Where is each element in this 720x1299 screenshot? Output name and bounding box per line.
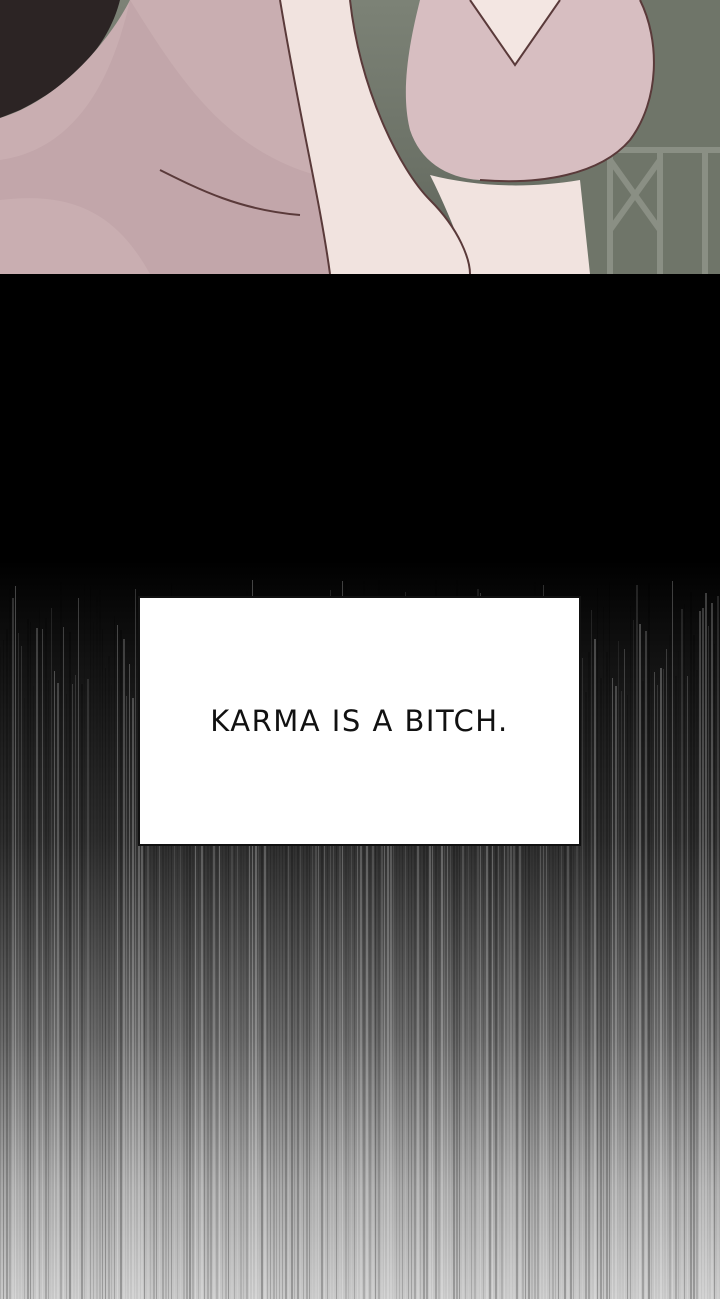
black-gutter	[0, 274, 720, 580]
streak-line	[714, 644, 715, 1299]
streak-line	[609, 582, 610, 1299]
caption-text: KARMA IS A BITCH.	[210, 704, 509, 738]
streak-line	[6, 629, 8, 1299]
streak-line	[90, 586, 91, 1299]
streak-line	[87, 679, 89, 1299]
streak-line	[660, 668, 662, 1299]
streak-line	[672, 581, 673, 1299]
streak-line	[708, 626, 709, 1299]
streak-line	[15, 586, 16, 1299]
streak-line	[0, 647, 1, 1299]
streak-line	[633, 620, 634, 1299]
streak-line	[123, 639, 125, 1299]
streak-line	[27, 619, 29, 1299]
streak-line	[648, 583, 650, 1299]
streak-line	[618, 641, 619, 1299]
streak-line	[30, 622, 31, 1299]
streak-line	[105, 668, 106, 1299]
streak-line	[639, 624, 641, 1299]
streak-line	[24, 698, 25, 1299]
streak-line	[690, 592, 692, 1299]
streak-line	[681, 609, 683, 1299]
streak-line	[654, 672, 655, 1299]
streak-line	[600, 678, 602, 1299]
streak-line	[636, 585, 638, 1299]
streak-line	[51, 608, 52, 1299]
streak-line	[699, 611, 701, 1299]
streak-line	[702, 608, 704, 1299]
streak-line	[687, 676, 688, 1299]
streak-line	[591, 610, 592, 1299]
streak-line	[42, 629, 43, 1299]
streak-line	[111, 685, 112, 1299]
streak-line	[12, 598, 14, 1299]
streak-line	[132, 698, 134, 1299]
streak-line	[624, 649, 625, 1299]
streak-line	[78, 598, 79, 1299]
streak-line	[75, 675, 76, 1299]
streak-line	[717, 596, 719, 1299]
streak-line	[81, 684, 83, 1299]
streak-line	[645, 631, 647, 1299]
streak-line	[96, 596, 98, 1299]
streak-line	[99, 590, 101, 1299]
streak-line	[696, 670, 698, 1299]
streak-line	[621, 691, 622, 1299]
streak-line	[663, 669, 664, 1299]
streak-line	[615, 686, 617, 1299]
streak-line	[114, 616, 115, 1299]
streak-line	[588, 652, 590, 1299]
streak-line	[657, 685, 658, 1299]
streak-line	[669, 635, 671, 1299]
top-illustration-panel	[0, 0, 720, 274]
comic-page: KARMA IS A BITCH.	[0, 0, 720, 1299]
streak-line	[126, 696, 127, 1299]
streak-line	[120, 630, 122, 1299]
streak-line	[45, 618, 47, 1299]
streak-line	[33, 686, 34, 1299]
caption-box: KARMA IS A BITCH.	[138, 596, 581, 846]
character-artwork	[0, 0, 720, 274]
streak-line	[48, 680, 49, 1299]
streak-line	[93, 622, 94, 1299]
streak-line	[60, 582, 62, 1299]
streak-line	[54, 671, 55, 1299]
streak-line	[36, 628, 38, 1299]
streak-line	[63, 627, 64, 1299]
streak-line	[102, 629, 103, 1299]
streak-line	[66, 694, 67, 1299]
streak-line	[594, 639, 596, 1299]
streak-line	[606, 652, 608, 1299]
streak-line	[651, 670, 652, 1299]
streak-line	[597, 588, 598, 1299]
streak-line	[39, 606, 40, 1299]
streak-line	[627, 695, 628, 1299]
streak-line	[693, 635, 695, 1299]
streak-line	[84, 584, 85, 1299]
streak-line	[684, 604, 685, 1299]
streak-line	[21, 646, 22, 1299]
streak-line	[666, 649, 667, 1299]
streak-line	[135, 589, 136, 1299]
streak-line	[603, 607, 604, 1299]
streak-line	[705, 593, 707, 1299]
streak-line	[9, 589, 11, 1299]
streak-line	[675, 676, 677, 1299]
streak-line	[582, 658, 583, 1299]
streak-line	[72, 684, 73, 1299]
streak-line	[642, 681, 644, 1299]
streak-line	[3, 640, 4, 1299]
streak-line	[18, 633, 19, 1299]
streak-line	[678, 651, 679, 1299]
streak-line	[129, 664, 130, 1299]
streak-line	[69, 632, 71, 1299]
streak-line	[108, 656, 110, 1299]
streak-line	[117, 625, 118, 1299]
streak-line	[630, 606, 631, 1299]
streak-line	[711, 603, 713, 1299]
streak-line	[585, 692, 587, 1299]
streak-line	[57, 683, 59, 1299]
streak-line	[612, 678, 613, 1299]
